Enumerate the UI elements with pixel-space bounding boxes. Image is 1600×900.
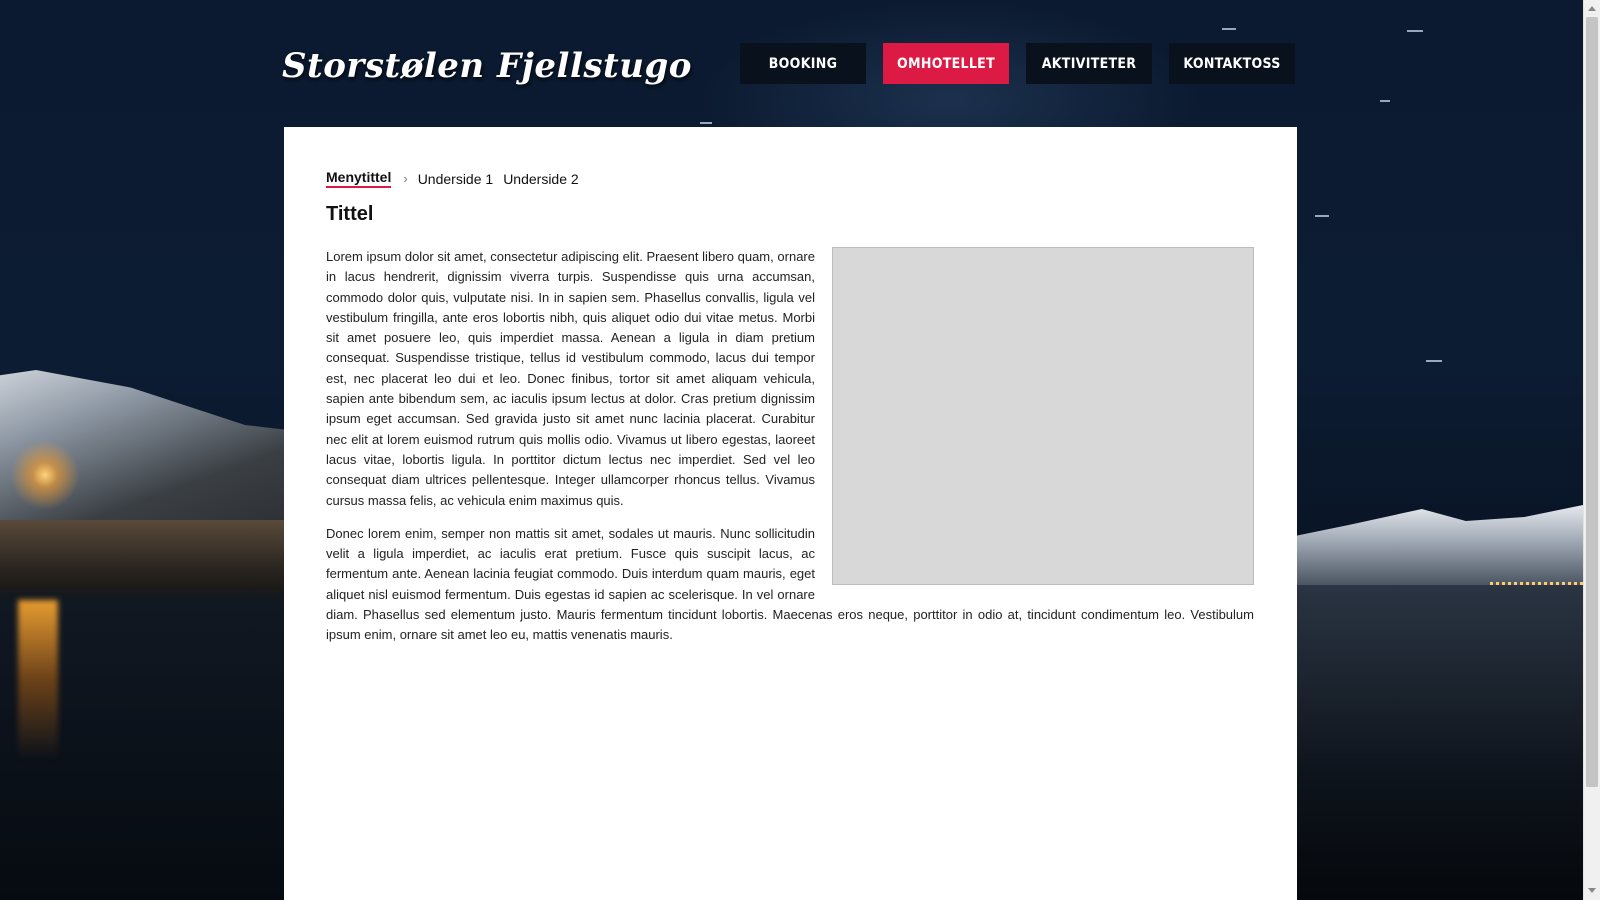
page-scrollbar[interactable]	[1583, 0, 1600, 900]
star-trail	[1222, 28, 1236, 30]
light-reflection	[18, 600, 58, 760]
star-trail	[1315, 215, 1329, 217]
nav-item-omhotellet[interactable]: OMHOTELLET	[883, 43, 1009, 84]
breadcrumb: Menytittel › Underside 1 Underside 2	[326, 169, 589, 188]
image-placeholder	[832, 247, 1254, 585]
scrollbar-thumb[interactable]	[1586, 17, 1598, 787]
shore-left	[0, 520, 290, 600]
scroll-down-arrow-icon[interactable]	[1588, 888, 1596, 893]
star-trail	[1407, 30, 1423, 32]
star-trail	[1426, 360, 1442, 362]
town-lights	[1490, 582, 1583, 585]
breadcrumb-item-underside-2[interactable]: Underside 2	[503, 171, 579, 187]
water-right	[1290, 585, 1583, 900]
breadcrumb-current[interactable]: Menytittel	[326, 169, 392, 188]
main-nav: BOOKING OMHOTELLET AKTIVITETER KONTAKTOS…	[740, 43, 1295, 84]
nav-item-aktiviteter[interactable]: AKTIVITETER	[1026, 43, 1152, 84]
article-body: Lorem ipsum dolor sit amet, consectetur …	[326, 247, 1254, 659]
breadcrumb-chevron-icon: ›	[403, 171, 408, 186]
star-trail	[1380, 100, 1390, 102]
house-lights	[10, 440, 80, 510]
snowy-mountain-right	[1290, 505, 1583, 585]
scroll-up-arrow-icon[interactable]	[1588, 6, 1596, 11]
nav-item-kontaktoss[interactable]: KONTAKTOSS	[1169, 43, 1295, 84]
page-title: Tittel	[326, 203, 374, 225]
site-logo[interactable]: Storstølen Fjellstugo	[282, 38, 691, 98]
star-trail	[700, 122, 712, 124]
breadcrumb-item-underside-1[interactable]: Underside 1	[418, 171, 494, 187]
nav-item-booking[interactable]: BOOKING	[740, 43, 866, 84]
content-panel: Menytittel › Underside 1 Underside 2 Tit…	[284, 127, 1297, 900]
